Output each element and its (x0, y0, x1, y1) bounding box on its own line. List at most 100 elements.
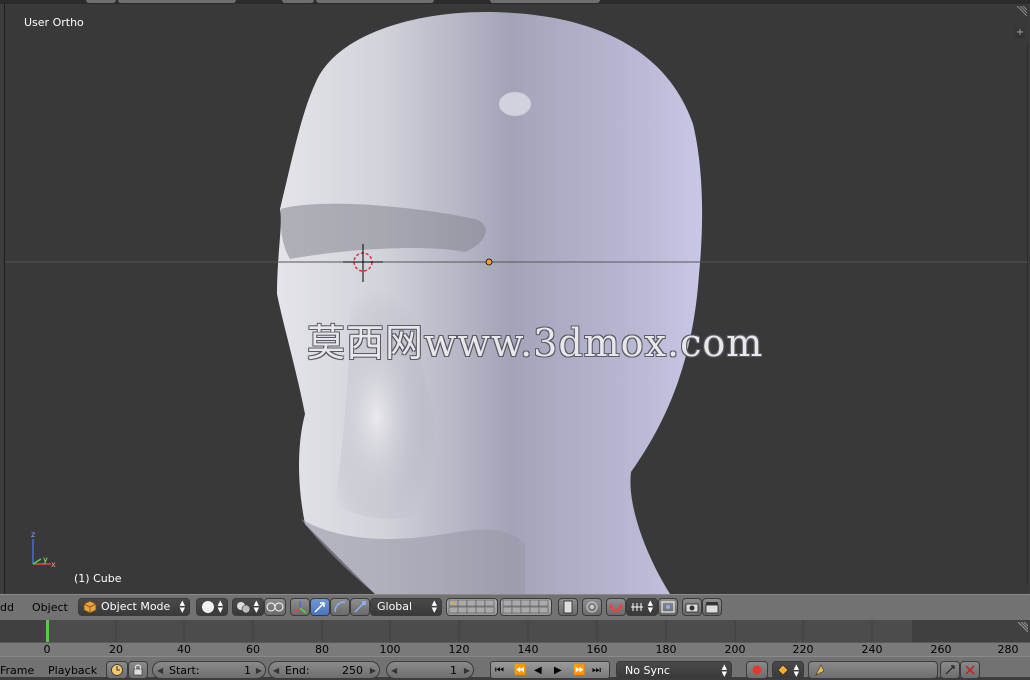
rotate-arc-icon (334, 601, 346, 613)
lock-range-button[interactable] (128, 661, 148, 679)
tick-label: 260 (930, 643, 952, 656)
tick-label: 20 (109, 643, 123, 656)
viewport-shading-selector[interactable]: ▲ ▼ (196, 598, 228, 616)
play-reverse-icon[interactable]: ◀ (534, 662, 542, 680)
tick-label: 200 (724, 643, 746, 656)
menu-frame[interactable]: Frame (0, 664, 34, 677)
start-label: Start: (169, 664, 200, 677)
transform-orientation-selector[interactable]: Global ▲ ▼ (370, 598, 442, 616)
clapperboard-icon (705, 602, 719, 614)
snap-increment-icon (631, 603, 643, 611)
next-keyframe-icon[interactable]: ⏩ (573, 662, 585, 680)
tick-label: 60 (246, 643, 260, 656)
key-delete-icon (965, 665, 975, 675)
active-keying-set-field[interactable] (808, 661, 938, 679)
properties-toggle-icon[interactable]: + (1015, 28, 1025, 38)
keyframe-type-selector[interactable]: ▲ ▼ (772, 661, 804, 679)
render-opengl-button[interactable] (682, 598, 702, 616)
menu-playback[interactable]: Playback (48, 664, 97, 677)
layers-group-1[interactable] (446, 598, 498, 616)
updown-arrows-icon: ▲ ▼ (179, 599, 185, 614)
orientation-label: Global (377, 600, 413, 613)
end-label: End: (285, 664, 310, 677)
jump-end-icon[interactable]: ⏭ (592, 662, 601, 680)
strip-segment (316, 0, 434, 3)
current-frame-field[interactable]: ◀ 1 ▶ (386, 661, 474, 679)
tick-label: 180 (655, 643, 677, 656)
current-frame-marker[interactable] (46, 620, 49, 642)
translate-arrow-icon (314, 602, 325, 613)
lock-icon (133, 664, 143, 676)
lock-layers-button[interactable] (558, 598, 578, 616)
pivot-align-button[interactable] (264, 598, 286, 616)
decrement-arrow-icon[interactable]: ◀ (273, 662, 279, 680)
end-frame-field[interactable]: ◀ End: 250 ▶ (268, 661, 380, 679)
proportional-edit-button[interactable] (582, 598, 602, 616)
sync-label: No Sync (625, 664, 670, 677)
translate-button[interactable] (310, 598, 330, 616)
corner-resize-icon[interactable] (1015, 6, 1027, 18)
region-divider (1027, 44, 1028, 584)
tick-label: 40 (177, 643, 191, 656)
mode-selector[interactable]: Object Mode ▲ ▼ (78, 598, 190, 616)
timeline-header: Frame Playback ◀ Start: 1 ▶ ◀ End: 250 ▶… (0, 656, 1030, 679)
render-animation-button[interactable] (702, 598, 722, 616)
tick-label: 100 (379, 643, 401, 656)
increment-arrow-icon[interactable]: ▶ (370, 662, 376, 680)
menu-object[interactable]: Object (32, 601, 68, 614)
scale-icon (354, 601, 366, 613)
keying-set-button[interactable] (106, 661, 128, 679)
axis-gizmo (32, 539, 51, 565)
pivot-icon (237, 602, 251, 614)
sync-mode-selector[interactable]: No Sync ▲ ▼ (616, 661, 732, 679)
keying-set-icon (815, 664, 825, 676)
strip-segment (86, 0, 116, 3)
timeline-grid (115, 620, 942, 642)
pivot-point-selector[interactable]: ▲ ▼ (232, 598, 264, 616)
timeline-area[interactable] (0, 620, 1030, 642)
increment-arrow-icon[interactable]: ▶ (256, 662, 262, 680)
3d-viewport[interactable]: z y x User Ortho (1) Cube 莫西网www.3dmox.c… (4, 4, 1029, 594)
insert-keyframe-button[interactable] (940, 661, 960, 679)
strip-segment (490, 0, 600, 3)
clock-icon (111, 664, 123, 676)
scale-button[interactable] (350, 598, 370, 616)
decrement-arrow-icon[interactable]: ◀ (391, 662, 397, 680)
increment-arrow-icon[interactable]: ▶ (464, 662, 470, 680)
rotate-button[interactable] (330, 598, 350, 616)
tick-label: 120 (448, 643, 470, 656)
camera-icon (685, 603, 699, 613)
decrement-arrow-icon[interactable]: ◀ (157, 662, 163, 680)
tick-label: 220 (792, 643, 814, 656)
menu-add[interactable]: dd (0, 601, 14, 614)
head-mesh[interactable] (5, 4, 1029, 594)
end-value: 250 (342, 664, 363, 677)
key-insert-icon (945, 665, 955, 675)
mode-label: Object Mode (101, 600, 171, 613)
prev-keyframe-icon[interactable]: ⏪ (514, 662, 526, 680)
snap-target-icon (661, 601, 675, 613)
viewport-header: dd Object Object Mode ▲ ▼ ▲ ▼ ▲ ▼ Global ▲ ▼ (0, 594, 1030, 621)
snap-target-button[interactable] (658, 598, 678, 616)
snap-toggle-button[interactable] (606, 598, 626, 616)
start-value: 1 (244, 664, 251, 677)
play-icon[interactable]: ▶ (554, 662, 562, 680)
jump-start-icon[interactable]: ⏮ (495, 662, 504, 680)
start-frame-field[interactable]: ◀ Start: 1 ▶ (152, 661, 266, 679)
manipulator-icon (293, 601, 307, 614)
layers-group-2[interactable] (500, 598, 552, 616)
delete-keyframe-button[interactable] (960, 661, 980, 679)
magnet-icon (609, 603, 623, 613)
document-icon (563, 600, 573, 614)
timeline-corner-icon[interactable] (1016, 622, 1028, 634)
updown-arrows-icon: ▲ ▼ (217, 599, 223, 614)
manipulator-toggle-button[interactable] (290, 598, 310, 616)
playback-controls: ⏮ ⏪ ◀ ▶ ⏩ ⏭ (490, 661, 610, 679)
frame-ruler[interactable]: 0 20 40 60 80 100 120 140 160 180 200 22… (0, 642, 1030, 657)
axis-y-label: y (43, 555, 48, 564)
tick-label: 0 (43, 643, 51, 656)
auto-keying-button[interactable] (746, 661, 768, 679)
strip-segment (282, 0, 314, 3)
proportional-circle-icon (586, 601, 598, 613)
snap-element-selector[interactable]: ▲ ▼ (626, 598, 658, 616)
